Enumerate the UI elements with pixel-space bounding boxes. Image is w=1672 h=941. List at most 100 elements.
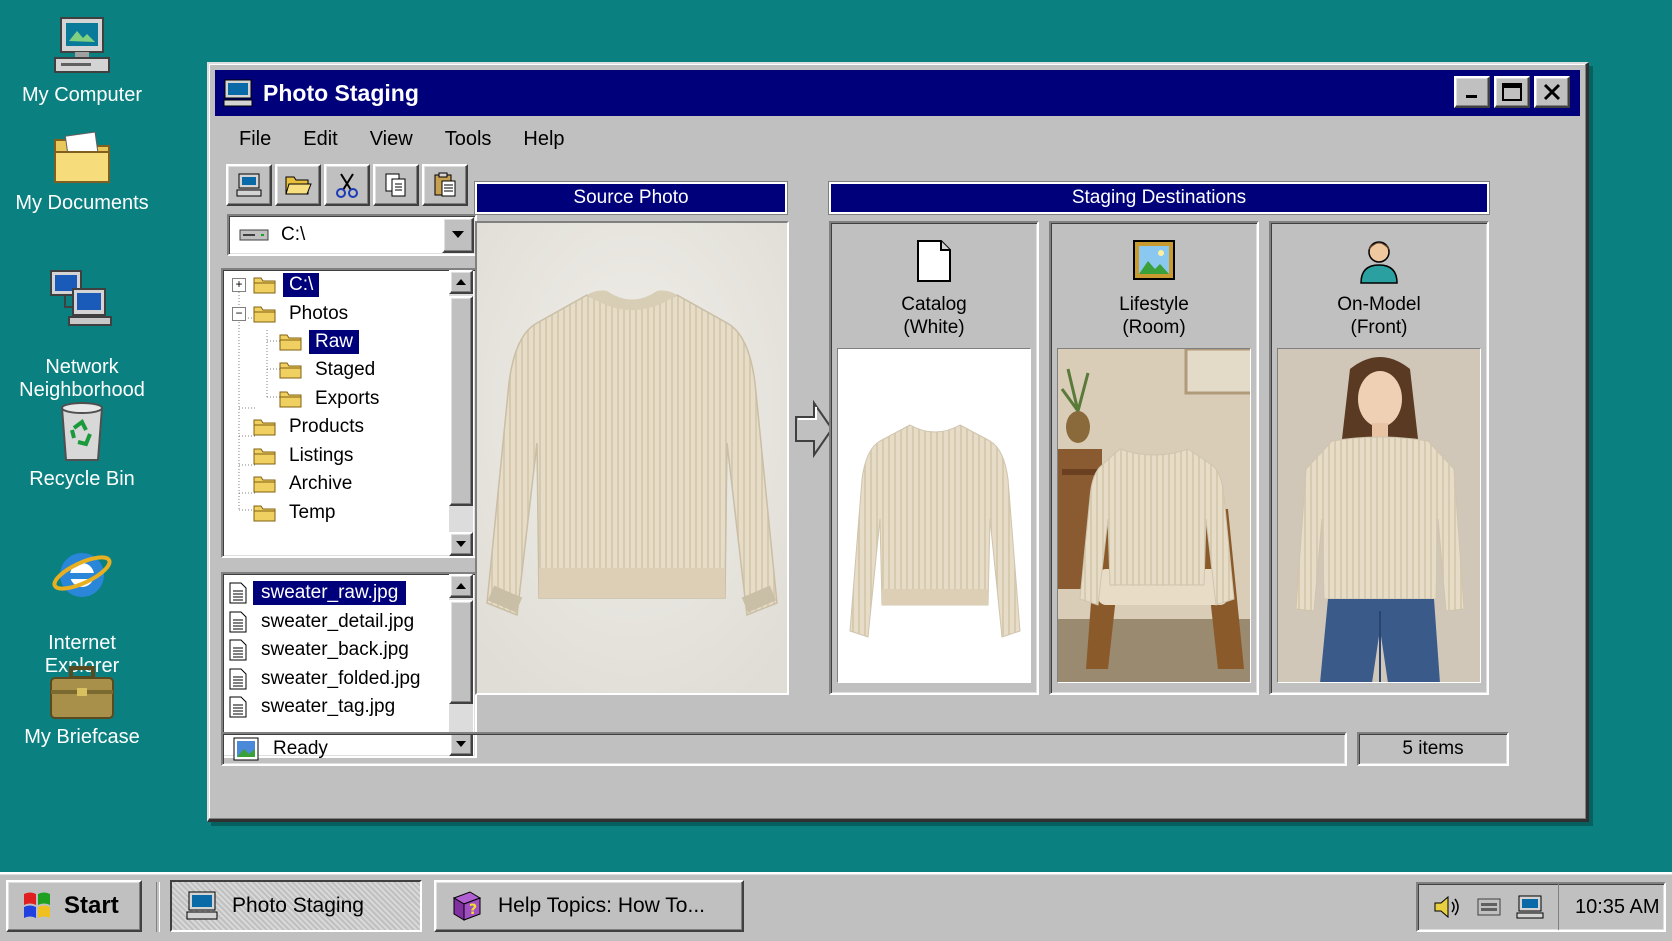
toolbar-open-button[interactable] <box>275 164 321 206</box>
drive-selector[interactable]: C:\ <box>227 214 477 256</box>
document-icon <box>229 668 247 689</box>
app-computer-icon <box>223 79 253 107</box>
folder-tree: + C:\ − Photos Raw Staged Exports Products Listi… <box>221 268 477 558</box>
toolbar-copy-button[interactable] <box>373 164 419 206</box>
tree-item[interactable]: Temp <box>253 499 341 527</box>
menu-tools[interactable]: Tools <box>429 122 508 158</box>
file-name: sweater_detail.jpg <box>261 610 415 632</box>
svg-text:?: ? <box>469 902 477 918</box>
desktop-icon-my-documents[interactable]: My Documents <box>2 126 162 215</box>
desktop-icon-my-computer[interactable]: My Computer <box>2 14 162 107</box>
menu-help[interactable]: Help <box>507 122 580 158</box>
cut-icon <box>336 173 358 198</box>
desktop-icon-label: My Documents <box>15 192 149 214</box>
toolbar-cut-button[interactable] <box>324 164 370 206</box>
paste-icon <box>434 172 456 197</box>
document-icon <box>229 639 247 661</box>
document-icon <box>229 696 247 718</box>
window-title: Photo Staging <box>263 79 419 106</box>
collapse-icon[interactable]: − <box>232 307 246 321</box>
chevron-down-icon <box>452 231 464 238</box>
file-item[interactable]: sweater_back.jpg <box>229 636 417 664</box>
file-item[interactable]: sweater_tag.jpg <box>229 693 403 721</box>
start-button[interactable]: Start <box>6 880 142 932</box>
expand-icon[interactable]: + <box>232 278 246 292</box>
menu-file[interactable]: File <box>223 122 287 158</box>
drive-dropdown-button[interactable] <box>442 217 474 253</box>
menu-view[interactable]: View <box>354 122 429 158</box>
tree-item[interactable]: Archive <box>253 470 358 498</box>
tree-item-label: Staged <box>315 359 376 380</box>
tree-item[interactable]: Products <box>253 413 370 441</box>
destination-on-model[interactable]: On-Model (Front) <box>1269 221 1489 695</box>
computer-icon <box>236 173 262 197</box>
blank-page-icon <box>917 240 951 282</box>
file-item[interactable]: sweater_detail.jpg <box>229 608 422 636</box>
folder-icon <box>253 448 276 465</box>
tree-item[interactable]: Staged <box>279 356 381 384</box>
folder-icon <box>253 277 276 294</box>
tree-item[interactable]: Listings <box>253 442 359 470</box>
system-tray: 10:35 AM <box>1416 882 1666 932</box>
status-text: Ready <box>273 738 328 759</box>
folder-icon <box>253 419 276 436</box>
document-icon <box>229 582 247 604</box>
destination-sublabel: (Room) <box>1122 317 1186 338</box>
tree-item-label: C:\ <box>281 272 321 298</box>
task-photo-staging[interactable]: Photo Staging <box>170 880 422 932</box>
catalog-preview <box>837 348 1031 683</box>
file-scroll-up-button[interactable] <box>449 574 473 598</box>
menu-edit[interactable]: Edit <box>287 122 353 158</box>
taskbar: Start Photo Staging ? Help Topics: How T… <box>0 872 1672 941</box>
desktop-icon-label: Recycle Bin <box>29 468 135 490</box>
briefcase-icon <box>50 666 114 719</box>
toolbar-paste-button[interactable] <box>422 164 468 206</box>
sweater-white-preview <box>849 424 1021 638</box>
lifestyle-preview <box>1057 348 1251 683</box>
computer-icon <box>186 891 218 920</box>
file-name: sweater_folded.jpg <box>261 667 421 689</box>
source-photo[interactable] <box>475 221 789 695</box>
destination-label: Lifestyle <box>1119 294 1189 315</box>
tree-item[interactable]: + C:\ <box>232 271 321 299</box>
file-scrollbar[interactable] <box>449 574 473 756</box>
file-item[interactable]: sweater_folded.jpg <box>229 665 429 693</box>
tree-item[interactable]: − Photos <box>232 300 354 328</box>
destination-sublabel: (White) <box>903 317 965 338</box>
monitor-tray-icon[interactable] <box>1516 894 1544 920</box>
tree-item-label: Photos <box>289 303 349 324</box>
tree-scroll-down-button[interactable] <box>449 532 473 556</box>
destination-lifestyle[interactable]: Lifestyle (Room) <box>1049 221 1259 695</box>
minimize-icon <box>1466 95 1477 98</box>
arrow-right-icon <box>795 399 834 459</box>
maximize-button[interactable] <box>1494 76 1530 108</box>
close-button[interactable] <box>1534 76 1570 108</box>
desktop-icon-label: My Computer <box>21 84 143 106</box>
toolbar <box>226 164 468 206</box>
tree-item-label: Products <box>289 416 364 437</box>
title-bar[interactable]: Photo Staging <box>215 70 1580 116</box>
tree-scroll-thumb[interactable] <box>449 296 473 506</box>
folder-icon <box>253 476 276 493</box>
desktop-icon-my-briefcase[interactable]: My Briefcase <box>2 664 162 749</box>
network-tray-icon[interactable] <box>1476 895 1502 919</box>
toolbar-computer-button[interactable] <box>226 164 272 206</box>
tree-scroll-up-button[interactable] <box>449 270 473 294</box>
source-photo-header: Source Photo <box>474 181 788 215</box>
photo-staging-window: Photo Staging File Edit View Tools Help <box>207 62 1589 822</box>
document-icon <box>229 611 247 632</box>
tree-item-label: Exports <box>315 388 380 409</box>
hard-drive-icon <box>239 229 269 241</box>
file-name: sweater_tag.jpg <box>261 696 396 717</box>
tree-item[interactable]: Raw <box>279 328 361 356</box>
tree-scrollbar[interactable] <box>449 270 473 556</box>
task-help-topics[interactable]: ? Help Topics: How To... <box>434 880 744 932</box>
desktop-icon-recycle-bin[interactable]: Recycle Bin <box>2 398 162 491</box>
destination-catalog[interactable]: Catalog (White) <box>829 221 1039 695</box>
minimize-button[interactable] <box>1454 76 1490 108</box>
file-item[interactable]: sweater_raw.jpg <box>229 579 407 607</box>
tree-item[interactable]: Exports <box>279 385 385 413</box>
file-scroll-thumb[interactable] <box>449 600 473 704</box>
speaker-icon[interactable] <box>1432 894 1462 920</box>
folder-icon <box>279 391 302 408</box>
